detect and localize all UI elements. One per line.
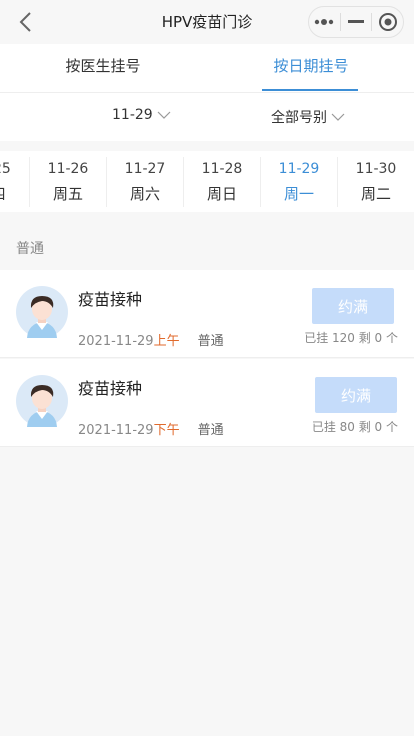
doctor-avatar (16, 286, 68, 338)
date-label: 11-26 (47, 161, 89, 177)
doctor-avatar (16, 375, 68, 427)
book-full-button[interactable]: 约满 (315, 377, 397, 413)
date-filter-value: 11-29 (112, 107, 153, 123)
slot-title: 疫苗接种 (78, 379, 143, 398)
date-label: 11-27 (124, 161, 166, 177)
slot-type: 普通 (197, 423, 224, 438)
date-cell[interactable]: 11-30 周二 (337, 157, 414, 207)
registration-tabs: 按医生挂号 按日期挂号 (0, 44, 414, 92)
date-cell[interactable]: 11-25 周四 (0, 157, 29, 207)
weekday-label: 周日 (206, 185, 237, 203)
date-label: 11-30 (355, 161, 397, 177)
more-icon[interactable] (309, 6, 340, 38)
date-label: 11-28 (201, 161, 243, 177)
tab-by-doctor[interactable]: 按医生挂号 (48, 44, 158, 92)
slot-session: 下午 (153, 423, 180, 438)
slot-date: 2021-11-29 (78, 423, 154, 438)
tab-by-date[interactable]: 按日期挂号 (256, 44, 366, 92)
date-strip: 11-25 周四 11-26 周五 11-27 周六 11-28 周日 11-2… (0, 151, 414, 212)
slot-card[interactable]: 疫苗接种 2021-11-29下午 普通 约满 已挂 80 剩 0 个 (0, 359, 414, 447)
filter-bar: 11-29 全部号别 (0, 92, 414, 141)
date-cell[interactable]: 11-27 周六 (106, 157, 183, 207)
navigation-bar: HPV疫苗门诊 (0, 0, 414, 44)
slot-quota: 已挂 80 剩 0 个 (311, 420, 398, 434)
slot-date: 2021-11-29 (78, 334, 154, 349)
date-label: 11-29 (278, 161, 320, 177)
slot-quota: 已挂 120 剩 0 个 (304, 331, 398, 345)
slot-meta: 2021-11-29上午 普通 (78, 330, 224, 349)
chevron-down-icon (157, 111, 171, 119)
section-label: 普通 (16, 241, 44, 257)
weekday-label: 周四 (0, 181, 29, 207)
miniprogram-capsule (308, 6, 404, 38)
date-label: 11-25 (0, 161, 11, 177)
category-filter-dropdown[interactable]: 全部号别 (271, 107, 345, 127)
book-full-button[interactable]: 约满 (312, 288, 394, 324)
close-target-icon[interactable] (372, 6, 403, 38)
category-filter-value: 全部号别 (271, 110, 327, 126)
weekday-label: 周六 (129, 185, 160, 203)
weekday-label: 周二 (360, 185, 391, 203)
slot-session: 上午 (153, 334, 180, 349)
date-cell[interactable]: 11-28 周日 (183, 157, 260, 207)
chevron-down-icon (331, 113, 345, 121)
slot-meta: 2021-11-29下午 普通 (78, 419, 224, 438)
slot-card[interactable]: 疫苗接种 2021-11-29上午 普通 约满 已挂 120 剩 0 个 (0, 270, 414, 358)
weekday-label: 周五 (52, 185, 83, 203)
date-filter-dropdown[interactable]: 11-29 (112, 107, 171, 123)
date-cell-selected[interactable]: 11-29 周一 (260, 157, 337, 207)
date-cell[interactable]: 11-26 周五 (29, 157, 106, 207)
weekday-label: 周一 (283, 185, 314, 203)
slot-title: 疫苗接种 (78, 290, 143, 309)
minimize-icon[interactable] (341, 6, 372, 38)
slot-type: 普通 (197, 334, 224, 349)
